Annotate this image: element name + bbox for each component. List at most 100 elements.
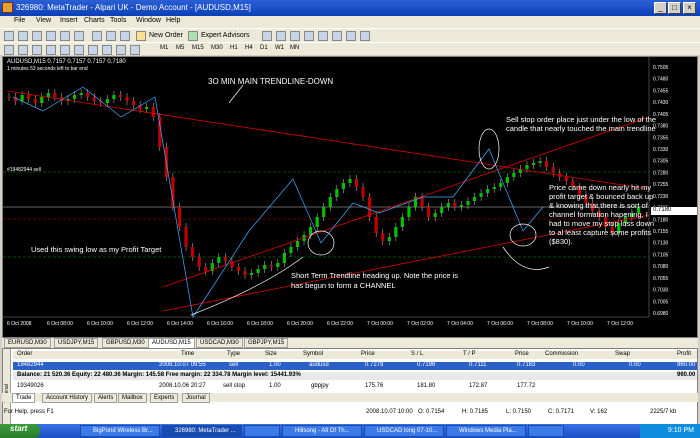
indicators-icon[interactable] (332, 31, 342, 41)
chart-window[interactable]: 0.7505 0.7480 0.7455 0.7430 0.7405 0.7380 0.73… (2, 56, 698, 338)
table-row[interactable]: 19482944 2008.10.07 09:55 sell 1.00 audu… (13, 362, 697, 370)
new-order-icon[interactable] (136, 31, 146, 41)
tab-mailbox[interactable]: Mailbox (118, 393, 147, 403)
new-chart-icon[interactable] (4, 31, 14, 41)
menu-window[interactable]: Window (136, 17, 161, 24)
header-order[interactable]: Order (17, 351, 32, 357)
header-sl[interactable]: S / L (411, 351, 423, 357)
candle-body (263, 265, 267, 269)
tile-windows-icon[interactable] (290, 31, 300, 41)
chart-tab-gbpjpy[interactable]: GBPJPY,M15 (244, 338, 289, 348)
close-button[interactable]: × (683, 2, 696, 14)
taskbar-item-bigpond[interactable]: BigPond Wireless Br... (80, 425, 160, 437)
menu-help[interactable]: Help (166, 17, 180, 24)
taskbar-item-media-player[interactable]: Windows Media Pla... (446, 425, 526, 437)
vertical-line-icon[interactable] (32, 45, 42, 55)
taskbar-item-usdcad[interactable]: USDCAD long 07-10... (364, 425, 444, 437)
equidistant-channel-icon[interactable] (74, 45, 84, 55)
text-tool-icon[interactable] (102, 45, 112, 55)
tab-journal[interactable]: Journal (182, 393, 210, 403)
maximize-button[interactable]: □ (668, 2, 681, 14)
tab-account-history[interactable]: Account History (42, 393, 93, 403)
tab-experts[interactable]: Experts (150, 393, 179, 403)
status-low: L: 0.7150 (506, 409, 532, 415)
header-symbol[interactable]: Symbol (303, 351, 323, 357)
line-chart-icon[interactable] (120, 31, 130, 41)
header-commission[interactable]: Commission (545, 351, 578, 357)
header-tp[interactable]: T / P (463, 351, 476, 357)
chart-tab-audusd[interactable]: AUDUSD,M15 (148, 338, 195, 348)
tab-trade[interactable]: Trade (12, 393, 36, 403)
new-order-button[interactable]: New Order (149, 32, 183, 39)
header-profit[interactable]: Profit (677, 351, 691, 357)
candle-body (479, 193, 483, 197)
chart-tab-eurusd[interactable]: EURUSD,M30 (4, 338, 51, 348)
pending-order-current-price: 177.72 (517, 383, 536, 389)
header-current-price[interactable]: Price (515, 351, 529, 357)
table-row[interactable]: 19349026 2008.10.06 20:27 sell stop 1.00… (13, 383, 697, 391)
profiles-icon[interactable] (18, 31, 28, 41)
timeframe-m5[interactable]: M5 (176, 45, 184, 51)
menu-view[interactable]: View (36, 17, 51, 24)
taskbar-item-hillsong[interactable]: Hillsong - All Of Th... (282, 425, 362, 437)
periods-icon[interactable] (346, 31, 356, 41)
expert-advisors-icon[interactable] (188, 31, 198, 41)
taskbar-item-blank-2[interactable] (528, 425, 564, 437)
chart-tab-gbpusd[interactable]: GBPUSD,M30 (102, 338, 149, 348)
candle-body (236, 267, 241, 271)
candle-body (486, 189, 490, 193)
timeframe-h4[interactable]: H4 (245, 45, 253, 51)
zoom-in-icon[interactable] (262, 31, 272, 41)
menu-file[interactable]: File (14, 17, 25, 24)
crosshair-icon[interactable] (18, 45, 28, 55)
timeframe-m30[interactable]: M30 (211, 45, 223, 51)
fibonacci-icon[interactable] (88, 45, 98, 55)
header-size[interactable]: Size (265, 351, 277, 357)
arrows-icon[interactable] (130, 45, 140, 55)
timeframe-d1[interactable]: D1 (260, 45, 268, 51)
header-price[interactable]: Price (361, 351, 375, 357)
menu-charts[interactable]: Charts (84, 17, 105, 24)
timeframe-w1[interactable]: W1 (275, 45, 284, 51)
menu-tools[interactable]: Tools (110, 17, 126, 24)
candle-body (381, 233, 385, 241)
main-downtrend-line (6, 90, 650, 190)
taskbar-item-blank-1[interactable] (244, 425, 280, 437)
chart-shift-icon[interactable] (318, 31, 328, 41)
header-type[interactable]: Type (227, 351, 240, 357)
chart-tab-usdjpy[interactable]: USDJPY,M15 (54, 338, 99, 348)
auto-scroll-icon[interactable] (304, 31, 314, 41)
terminal-icon[interactable] (60, 31, 70, 41)
candle-body (92, 97, 96, 101)
timeframe-mn[interactable]: MN (290, 45, 299, 51)
candlestick-icon[interactable] (106, 31, 116, 41)
timeframe-m15[interactable]: M15 (192, 45, 204, 51)
tab-alerts[interactable]: Alerts (94, 393, 118, 403)
price-tick-label: 0.7430 (653, 100, 669, 106)
templates-icon[interactable] (360, 31, 370, 41)
header-swap[interactable]: Swap (615, 351, 630, 357)
candle-body (394, 227, 398, 237)
horizontal-line-icon[interactable] (46, 45, 56, 55)
expert-advisors-button[interactable]: Expert Advisors (201, 32, 250, 39)
annotation-arrow-swing (190, 256, 304, 316)
header-time[interactable]: Time (181, 351, 194, 357)
label-tool-icon[interactable] (116, 45, 126, 55)
menu-insert[interactable]: Insert (60, 17, 78, 24)
bar-chart-icon[interactable] (92, 31, 102, 41)
timeframe-h1[interactable]: H1 (230, 45, 238, 51)
metatrader-icon (2, 2, 13, 13)
navigator-icon[interactable] (46, 31, 56, 41)
trendline-icon[interactable] (60, 45, 70, 55)
taskbar-item-metatrader[interactable]: 326980: MetaTrader ... (162, 425, 242, 437)
candle-body (53, 93, 57, 97)
strategy-tester-icon[interactable] (74, 31, 84, 41)
time-tick-label: 7 Oct 04:00 (447, 321, 473, 327)
cursor-icon[interactable] (4, 45, 14, 55)
market-watch-icon[interactable] (32, 31, 42, 41)
minimize-button[interactable]: _ (654, 2, 667, 14)
timeframe-m1[interactable]: M1 (160, 45, 168, 51)
chart-tab-usdcad[interactable]: USDCAD,M30 (196, 338, 243, 348)
zoom-out-icon[interactable] (276, 31, 286, 41)
start-button[interactable]: start (0, 424, 40, 438)
